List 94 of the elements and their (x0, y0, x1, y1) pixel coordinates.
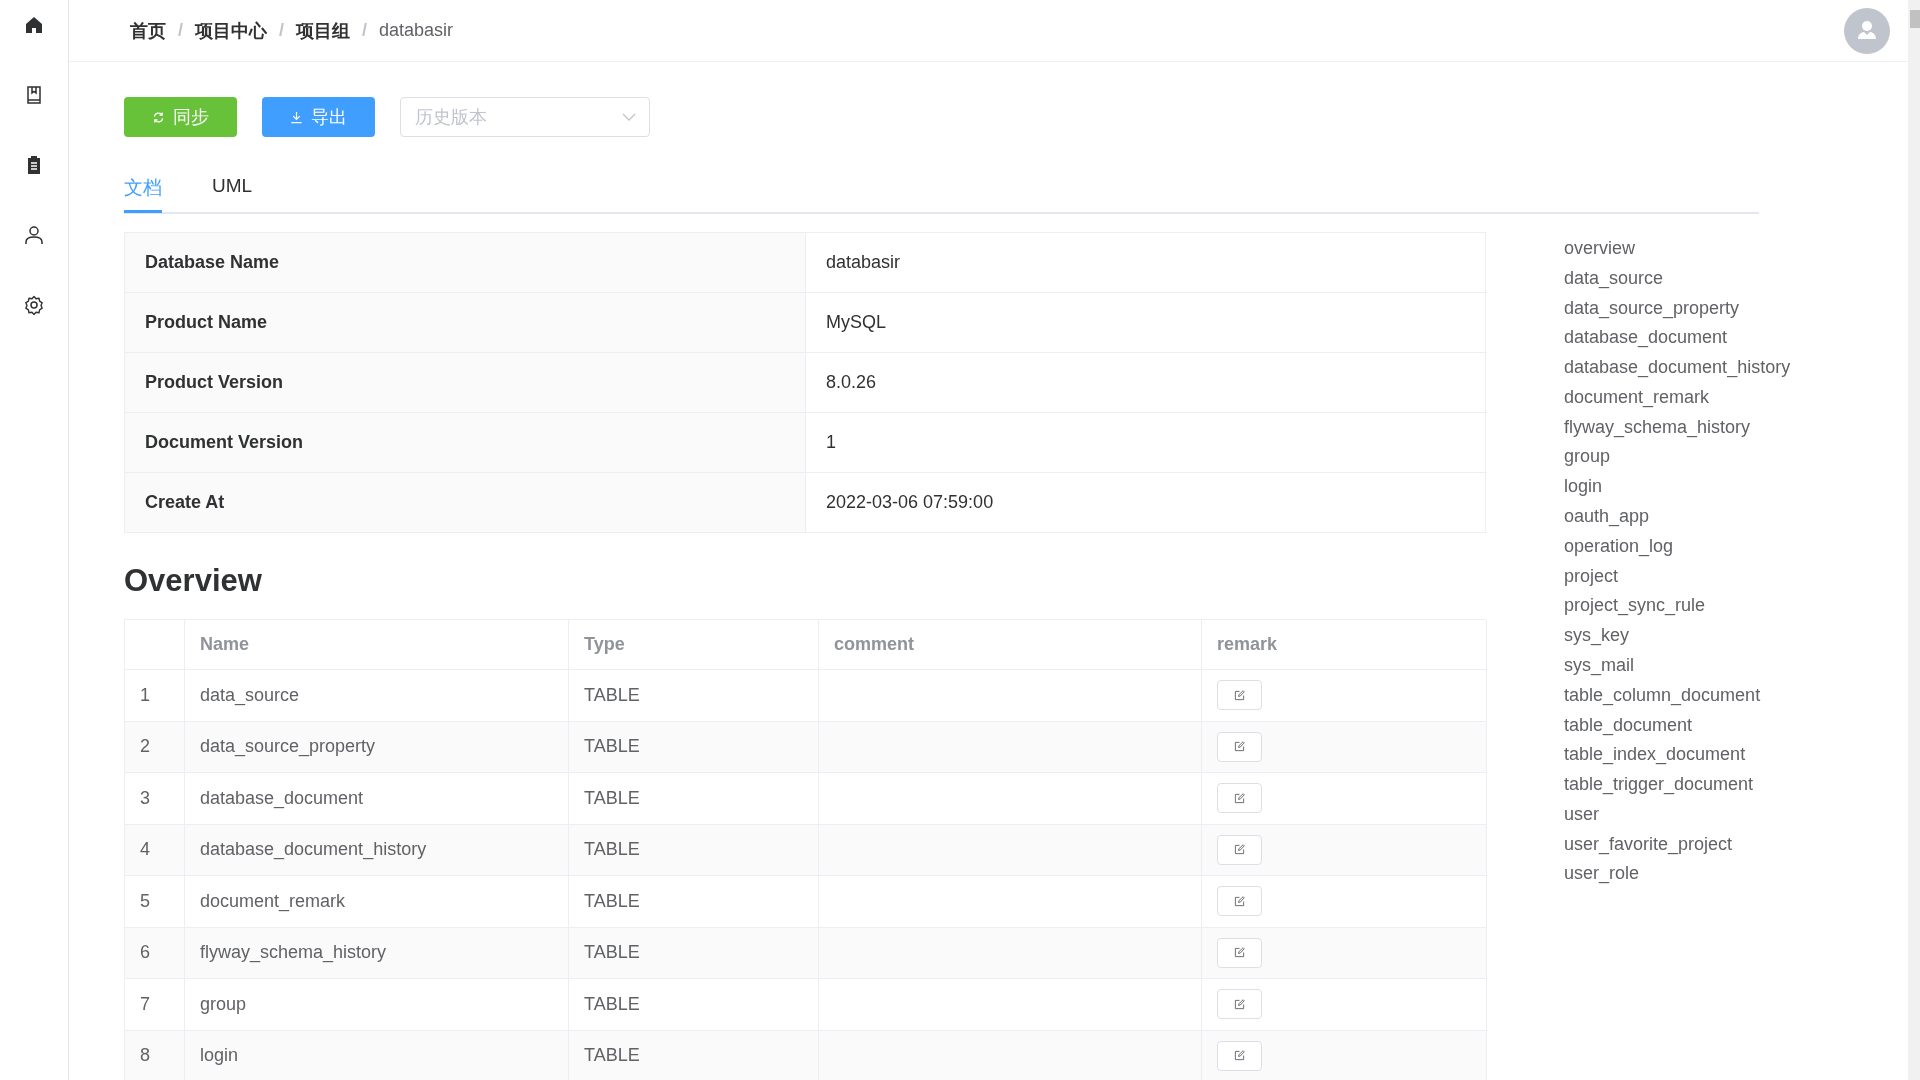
toc-link[interactable]: table_trigger_document (1564, 773, 1791, 797)
table-cell: 5 (125, 876, 185, 928)
column-header: comment (819, 620, 1202, 670)
toc-link[interactable]: group (1564, 445, 1791, 470)
edit-button[interactable] (1217, 989, 1262, 1020)
table-cell: data_source (185, 670, 569, 722)
section-heading: Overview (124, 563, 263, 599)
breadcrumb-separator: / (362, 20, 368, 41)
table-cell: TABLE (569, 721, 819, 773)
settings-icon[interactable] (24, 295, 44, 315)
book-icon[interactable] (24, 85, 44, 105)
table-cell: databasir (806, 233, 1487, 293)
table-cell: login (185, 1030, 569, 1080)
toc-link[interactable]: user (1564, 802, 1791, 827)
toc-link[interactable]: project (1564, 564, 1791, 589)
toc-link[interactable]: flyway_schema_history (1564, 415, 1791, 440)
edit-icon (1234, 1050, 1245, 1062)
column-header: Name (185, 620, 569, 670)
table-cell: Product Version (125, 353, 806, 413)
edit-icon (1234, 741, 1245, 753)
edit-button[interactable] (1217, 1040, 1262, 1071)
breadcrumb-separator: / (279, 20, 285, 41)
table-cell: 1 (125, 670, 185, 722)
download-icon (290, 110, 303, 124)
table-cell: database_document (185, 773, 569, 825)
table-cell: TABLE (569, 670, 819, 722)
toc-link[interactable]: database_document_history (1564, 356, 1791, 380)
edit-button[interactable] (1217, 834, 1262, 865)
edit-button[interactable] (1217, 680, 1262, 711)
toc-link[interactable]: project_sync_rule (1564, 594, 1791, 618)
table-cell: Create At (125, 473, 806, 533)
home-icon[interactable] (24, 15, 44, 35)
table-cell: Document Version (125, 413, 806, 473)
breadcrumb-link[interactable]: 项目组 (296, 18, 351, 43)
toc-link[interactable]: oauth_app (1564, 505, 1791, 529)
breadcrumb-link[interactable]: 首页 (130, 18, 166, 43)
table-cell: flyway_schema_history (185, 927, 569, 979)
version-dropdown[interactable]: 历史版本 (400, 97, 650, 137)
edit-button[interactable] (1217, 783, 1262, 814)
column-header: remark (1202, 620, 1487, 670)
table-cell: 8 (125, 1030, 185, 1080)
toc-link[interactable]: document_remark (1564, 385, 1791, 410)
table-cell: 2022-03-06 07:59:00 (806, 473, 1487, 533)
table-cell: TABLE (569, 1030, 819, 1080)
table-cell: group (185, 979, 569, 1031)
table-cell: TABLE (569, 927, 819, 979)
toc-link[interactable]: data_source_property (1564, 296, 1791, 321)
column-header: Type (569, 620, 819, 670)
tab[interactable]: UML (212, 175, 253, 213)
table-cell: Product Name (125, 293, 806, 353)
table-cell: 6 (125, 927, 185, 979)
user-icon[interactable] (24, 225, 44, 245)
toc-link[interactable]: login (1564, 475, 1791, 499)
toc-link[interactable]: table_document (1564, 713, 1791, 738)
table-cell: database_document_history (185, 824, 569, 876)
table-cell: 2 (125, 721, 185, 773)
table-cell: 1 (806, 413, 1487, 473)
edit-icon (1234, 792, 1245, 804)
table-cell: MySQL (806, 293, 1487, 353)
chevron-down-icon (622, 113, 636, 121)
table-cell: TABLE (569, 876, 819, 928)
avatar[interactable] (1844, 7, 1890, 54)
table-cell: document_remark (185, 876, 569, 928)
table-cell: TABLE (569, 824, 819, 876)
table-cell: 7 (125, 979, 185, 1031)
toc-link[interactable]: sys_key (1564, 624, 1791, 648)
table-cell: 3 (125, 773, 185, 825)
edit-icon (1234, 895, 1245, 907)
toc-link[interactable]: data_source (1564, 266, 1791, 291)
table-cell: TABLE (569, 979, 819, 1031)
table-cell: TABLE (569, 773, 819, 825)
table-cell: data_source_property (185, 721, 569, 773)
toc-link[interactable]: sys_mail (1564, 653, 1791, 678)
edit-button[interactable] (1217, 886, 1262, 917)
edit-icon (1234, 844, 1245, 856)
edit-icon (1234, 947, 1245, 959)
scrollbar[interactable] (1908, 0, 1920, 1080)
toc-link[interactable]: user_favorite_project (1564, 832, 1791, 857)
toc-link[interactable]: operation_log (1564, 534, 1791, 559)
breadcrumb-separator: / (178, 20, 183, 41)
toc-link[interactable]: user_role (1564, 862, 1791, 886)
table-cell: 8.0.26 (806, 353, 1487, 413)
toc-link[interactable]: table_column_document (1564, 683, 1791, 708)
refresh-icon (152, 110, 165, 124)
edit-icon (1234, 689, 1245, 701)
edit-icon (1234, 998, 1245, 1010)
toc-link[interactable]: database_document (1564, 326, 1791, 350)
edit-button[interactable] (1217, 731, 1262, 762)
table-cell: Database Name (125, 233, 806, 293)
edit-button[interactable] (1217, 937, 1262, 968)
table-cell: 4 (125, 824, 185, 876)
toc-link[interactable]: overview (1564, 237, 1791, 261)
toc-link[interactable]: table_index_document (1564, 743, 1791, 767)
breadcrumb-link[interactable]: 项目中心 (195, 18, 267, 43)
